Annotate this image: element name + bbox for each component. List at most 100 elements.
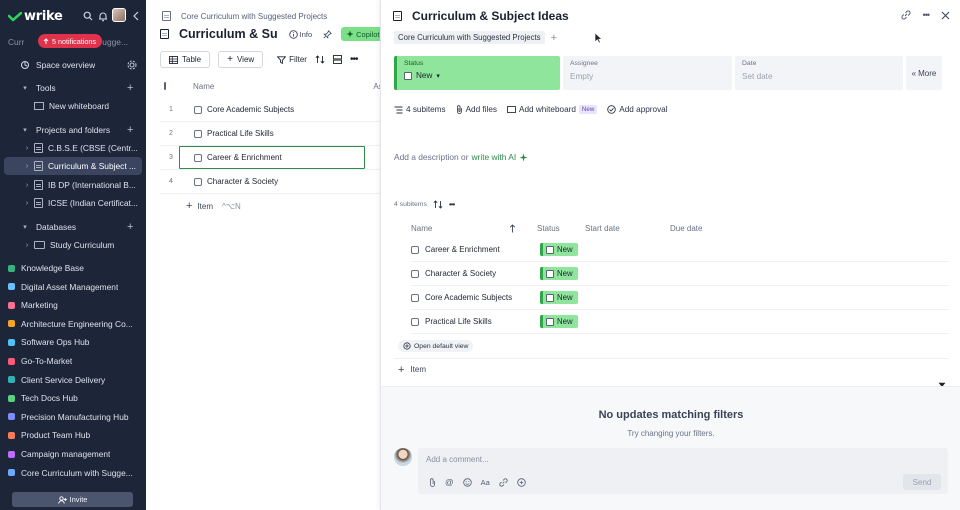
sidebar-section-tools[interactable]: ▾ Tools: [20, 79, 55, 97]
subitems-count-button[interactable]: 4 subitems: [394, 105, 446, 114]
add-view-button[interactable]: + View: [218, 51, 264, 68]
sidebar-space-item[interactable]: Architecture Engineering Co...: [0, 315, 140, 333]
group-icon[interactable]: [333, 55, 342, 64]
add-project-icon[interactable]: +: [127, 121, 133, 139]
sidebar-section-databases[interactable]: ▾ Databases: [20, 218, 76, 236]
user-avatar[interactable]: [112, 8, 126, 22]
info-button[interactable]: Info: [288, 30, 312, 39]
more-fields-button[interactable]: « More: [906, 56, 942, 90]
more-options-icon[interactable]: •••: [350, 54, 358, 65]
sidebar-space-item[interactable]: Product Team Hub: [0, 426, 140, 444]
sidebar-space-item[interactable]: Campaign management: [0, 445, 140, 463]
collapse-sidebar-icon[interactable]: [130, 10, 142, 22]
sidebar-space-item[interactable]: Client Service Delivery: [0, 371, 140, 389]
subitem-checkbox[interactable]: [546, 293, 554, 302]
date-field[interactable]: Date Set date: [735, 56, 903, 90]
emoji-icon[interactable]: [462, 477, 472, 487]
add-item-button[interactable]: + Item ^⌥N: [186, 200, 241, 212]
sidebar-section-projects[interactable]: ▾ Projects and folders: [20, 121, 110, 139]
subitems-col-name[interactable]: Name: [411, 224, 509, 233]
sidebar-folder-curriculum[interactable]: › Curriculum & Subject ...: [4, 157, 142, 175]
subitem-checkbox[interactable]: [546, 317, 554, 326]
close-icon[interactable]: [941, 11, 950, 20]
link-icon[interactable]: [499, 477, 508, 487]
sort-icon[interactable]: [433, 200, 443, 209]
subitems-col-due[interactable]: Due date: [670, 224, 702, 233]
sidebar-item-study-curriculum[interactable]: › Study Curriculum: [22, 236, 114, 254]
sidebar-folder-ib-dp[interactable]: › IB DP (International B...: [22, 176, 136, 194]
sidebar-space-item[interactable]: Go-To-Market: [0, 352, 140, 370]
sidebar-item-new-whiteboard[interactable]: New whiteboard: [34, 97, 109, 115]
sidebar-space-item[interactable]: Knowledge Base: [0, 259, 140, 277]
attach-icon[interactable]: [429, 477, 436, 487]
subitems-col-start[interactable]: Start date: [585, 224, 670, 233]
panel-title[interactable]: Curriculum & Subject Ideas: [412, 9, 569, 23]
bell-icon[interactable]: [97, 10, 109, 22]
comment-input[interactable]: Add a comment... @ Aa Send: [418, 448, 948, 494]
sidebar-space-item[interactable]: Software Ops Hub: [0, 333, 140, 351]
subitem-status-pill[interactable]: New: [540, 243, 578, 256]
status-checkbox[interactable]: [404, 71, 412, 80]
sidebar-space-item[interactable]: Precision Manufacturing Hub: [0, 408, 140, 426]
select-all-checkbox[interactable]: [164, 82, 166, 90]
wrike-logo[interactable]: wrike: [8, 9, 63, 24]
subitem-status-pill[interactable]: New: [540, 267, 578, 280]
sidebar-space-item[interactable]: Marketing: [0, 296, 140, 314]
sidebar-folder-cbse[interactable]: › C.B.S.E (CBSE (Centr...: [22, 139, 138, 157]
assignee-field[interactable]: Assignee Empty: [563, 56, 732, 90]
mention-icon[interactable]: @: [445, 477, 454, 487]
subitem-checkbox[interactable]: [546, 269, 554, 278]
ai-assist-icon[interactable]: [517, 477, 526, 487]
subitem-row[interactable]: Practical Life Skills New: [411, 310, 949, 334]
status-dropdown[interactable]: New ▾: [404, 71, 553, 80]
sidebar-item-space-overview[interactable]: Space overview: [20, 56, 95, 74]
add-database-icon[interactable]: +: [127, 218, 133, 236]
send-button[interactable]: Send: [903, 474, 941, 490]
parent-folder-chip[interactable]: Core Curriculum with Suggested Projects: [394, 31, 545, 44]
sidebar-space-item[interactable]: Tech Docs Hub: [0, 389, 140, 407]
sort-icon[interactable]: [315, 55, 325, 64]
open-default-view-button[interactable]: Open default view: [398, 340, 474, 352]
table-row[interactable]: 4 Character & Society: [160, 170, 380, 194]
add-approval-button[interactable]: Add approval: [607, 105, 668, 114]
subitem-name[interactable]: Character & Society: [425, 269, 496, 278]
add-tool-icon[interactable]: +: [127, 79, 133, 97]
add-subitem-button[interactable]: + Item: [394, 358, 949, 380]
invite-button[interactable]: Invite: [12, 492, 133, 507]
sidebar-folder-icse[interactable]: › ICSE (Indian Certificat...: [22, 194, 138, 212]
table-view-button[interactable]: Table: [160, 51, 211, 68]
table-row[interactable]: 2 Practical Life Skills: [160, 122, 380, 146]
table-row[interactable]: 1 Core Academic Subjects: [160, 98, 380, 122]
subitem-row[interactable]: Career & Enrichment New: [411, 238, 949, 262]
page-title[interactable]: Curriculum & Su: [179, 27, 278, 41]
row-name[interactable]: Practical Life Skills: [207, 129, 274, 138]
pin-icon[interactable]: [323, 29, 333, 39]
text-format-icon[interactable]: Aa: [481, 478, 490, 487]
subitem-name[interactable]: Career & Enrichment: [425, 245, 500, 254]
add-parent-icon[interactable]: +: [551, 32, 557, 44]
subitem-row[interactable]: Character & Society New: [411, 262, 949, 286]
sidebar-space-item[interactable]: Core Curriculum with Sugge...: [0, 464, 140, 482]
subitem-checkbox[interactable]: [546, 245, 554, 254]
breadcrumb[interactable]: Core Curriculum with Suggested Projects: [162, 11, 327, 21]
row-name[interactable]: Core Academic Subjects: [207, 105, 294, 114]
subitem-name[interactable]: Practical Life Skills: [425, 317, 492, 326]
gear-icon[interactable]: [126, 59, 138, 71]
search-icon[interactable]: [82, 10, 94, 22]
column-header-name[interactable]: Name: [193, 82, 214, 91]
subitems-col-status[interactable]: Status: [537, 224, 585, 233]
description-field[interactable]: Add a description or write with AI: [394, 152, 528, 162]
subitem-status-pill[interactable]: New: [540, 315, 578, 328]
more-options-icon[interactable]: •••: [923, 10, 931, 20]
more-options-icon[interactable]: •••: [449, 200, 455, 209]
copilot-button[interactable]: Copilot: [341, 27, 385, 41]
write-with-ai-link[interactable]: write with AI: [472, 152, 517, 162]
notifications-badge[interactable]: 5 notifications: [38, 34, 102, 48]
sidebar-space-item[interactable]: Digital Asset Management: [0, 278, 140, 296]
row-name[interactable]: Character & Society: [207, 177, 278, 186]
filter-button[interactable]: Filter: [277, 55, 307, 64]
link-icon[interactable]: [901, 10, 911, 20]
status-field[interactable]: Status New ▾: [394, 56, 560, 90]
subitem-row[interactable]: Core Academic Subjects New: [411, 286, 949, 310]
subitem-name[interactable]: Core Academic Subjects: [425, 293, 512, 302]
